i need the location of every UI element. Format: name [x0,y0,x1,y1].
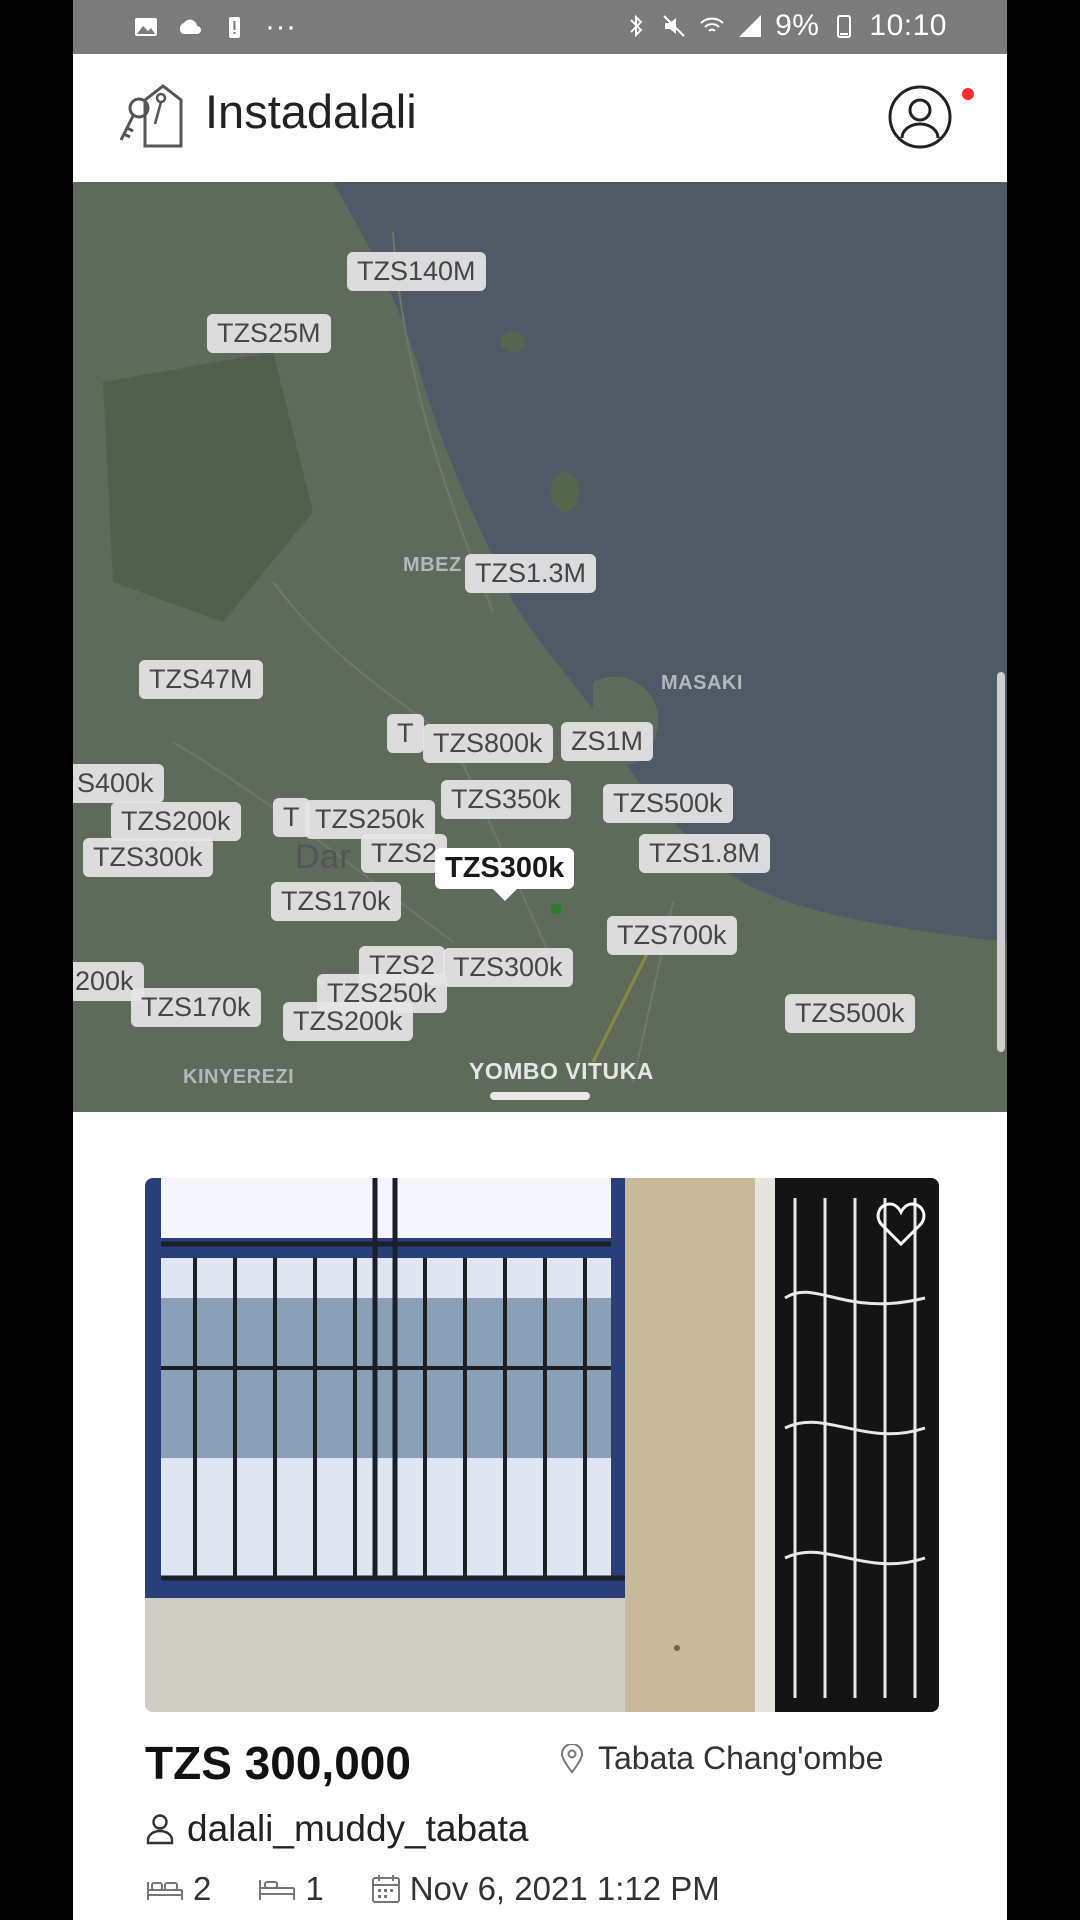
battery-percent: 9% [775,9,820,42]
listing-agent[interactable]: dalali_muddy_tabata [145,1808,528,1850]
key-house-logo-icon [119,84,183,148]
map-price-tag[interactable]: TZS1.3M [465,554,597,593]
battery-icon [837,15,852,38]
location-text: Tabata Chang'ombe [598,1740,884,1776]
map-price-tag[interactable]: ZS1M [561,722,654,761]
area-label: YOMBO VITUKA [469,1058,654,1084]
map-price-tag[interactable]: T [387,714,424,753]
cloud-icon [179,19,201,34]
status-bar: ··· 9% 10:10 [73,0,1007,54]
bedrooms: 2 [145,1870,211,1908]
app-title: Instadalali [205,85,417,138]
area-label: Dar [295,838,352,876]
bluetooth-icon [630,14,643,38]
bed-icon [147,1882,183,1900]
posted-date: Nov 6, 2021 1:12 PM [370,1870,720,1908]
date-text: Nov 6, 2021 1:12 PM [409,1870,720,1907]
beds-count: 1 [305,1870,324,1907]
more-icon: ··· [265,10,297,43]
clock: 10:10 [869,9,947,42]
listing-meta: 2 1 Nov 6, 2021 1:12 PM [145,1870,766,1908]
listing-photo[interactable] [145,1178,939,1712]
area-label: MASAKI [661,672,743,694]
map-price-tag[interactable]: TZS1.8M [639,834,771,873]
map-price-tag[interactable]: TZS47M [139,660,263,699]
map-price-tag-selected[interactable]: TZS300k [435,848,575,901]
mute-icon [663,15,685,37]
map-price-tag[interactable]: TZS300k [83,838,213,877]
app-bar: Instadalali [73,54,1007,182]
profile-icon[interactable] [887,84,953,150]
map-view[interactable]: MBEZ MASAKI Dar YOMBO VITUKA KINYEREZI T… [73,182,1007,1112]
agent-name: dalali_muddy_tabata [187,1808,529,1849]
map-price-tag[interactable]: TZS25M [207,314,331,353]
bed-icon [259,1880,296,1900]
map-price-tag[interactable]: TZS200k [283,1002,413,1041]
location-pin-icon [560,1743,584,1774]
person-icon [146,1814,174,1845]
map-price-tag[interactable]: TZS170k [131,988,261,1027]
map-price-tag[interactable]: TZS350k [441,780,571,819]
listing-price: TZS 300,000 [145,1737,411,1789]
sheet-drag-handle[interactable] [490,1092,590,1100]
area-label: KINYEREZI [183,1066,295,1088]
gallery-icon [135,18,157,36]
map-price-tag[interactable]: TZS500k [603,784,733,823]
map-price-tag[interactable]: TZS500k [785,994,915,1033]
app-screen: ··· 9% 10:10 Instadalali MBEZ MASAKI Dar… [73,0,1007,1920]
notification-dot [962,88,974,100]
heart-icon[interactable] [875,1200,927,1248]
calendar-icon [371,1875,400,1903]
beds: 1 [257,1870,324,1908]
battery-alert-icon [229,17,240,38]
map-scrollbar[interactable] [997,672,1005,1052]
map-price-tag[interactable]: TZS700k [607,916,737,955]
map-price-tag[interactable]: TZS140M [347,252,486,291]
map-price-tag[interactable]: TZS200k [111,802,241,841]
listing-bottom-sheet[interactable]: TZS 300,000 Tabata Chang'ombe dalali_mud… [73,1118,1007,1920]
map-price-tag[interactable]: TZS300k [443,948,573,987]
map-price-tag[interactable]: TZS170k [271,882,401,921]
bedrooms-count: 2 [193,1870,212,1907]
map-price-tag[interactable]: S400k [73,764,164,803]
wifi-call-icon [700,17,724,32]
room-image [145,1178,939,1712]
listing-location: Tabata Chang'ombe [560,1740,883,1777]
map-price-tag[interactable]: TZS800k [423,724,553,763]
area-label: MBEZ [403,554,462,576]
signal-icon [739,15,762,37]
